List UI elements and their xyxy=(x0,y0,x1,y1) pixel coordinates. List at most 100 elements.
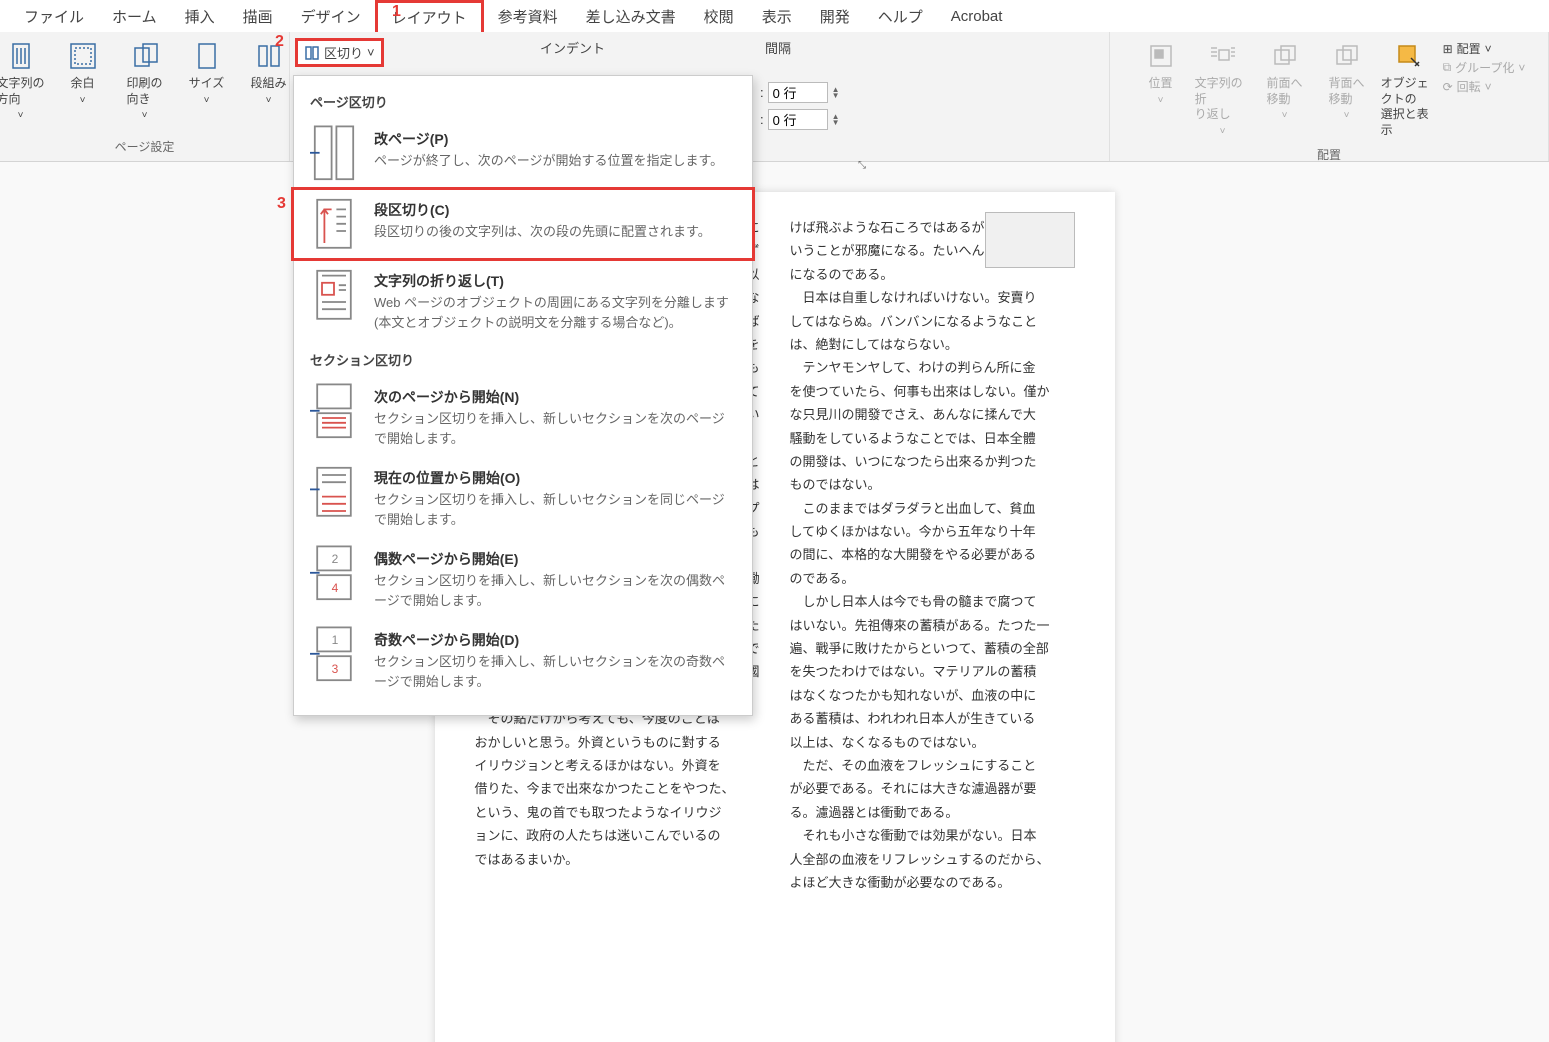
text-line: を使つていたら、何事も出來はしない。僅か xyxy=(790,380,1075,403)
text-line: ある蓄積は、われわれ日本人が生きている xyxy=(790,707,1075,730)
text-line: ではあるまいか。 xyxy=(475,848,760,871)
dd-item-next-page[interactable]: 次のページから開始(N) セクション区切りを挿入し、新しいセクションを次のページ… xyxy=(294,377,752,458)
svg-text:2: 2 xyxy=(332,552,339,566)
spacing-before-label: : xyxy=(760,85,764,100)
dd-title: 現在の位置から開始(O) xyxy=(374,468,736,488)
menu-view[interactable]: 表示 xyxy=(748,2,806,31)
text-line: る。濾過器とは衝動である。 xyxy=(790,801,1075,824)
spacing-before-spinner[interactable]: ▲▼ xyxy=(832,87,840,99)
text-line: してゆくほかはない。今から五年なり十年 xyxy=(790,520,1075,543)
spacing-after-input[interactable] xyxy=(768,109,828,130)
dd-item-even-page[interactable]: 24 偶数ページから開始(E) セクション区切りを挿入し、新しいセクションを次の… xyxy=(294,539,752,620)
menu-bar: ファイル ホーム 挿入 描画 デザイン レイアウト 参考資料 差し込み文書 校閲… xyxy=(0,0,1549,32)
paragraph-launcher[interactable]: ⤡ xyxy=(858,160,866,171)
dd-title: 次のページから開始(N) xyxy=(374,387,736,407)
dd-title: 段区切り(C) xyxy=(374,200,736,220)
even-page-icon: 24 xyxy=(310,549,358,597)
menu-review[interactable]: 校閲 xyxy=(690,2,748,31)
breaks-icon xyxy=(304,45,320,61)
text-line: このままではダラダラと出血して、貧血 xyxy=(790,497,1075,520)
spacing-before-input[interactable] xyxy=(768,82,828,103)
position-icon xyxy=(1145,40,1177,72)
text-line: 遍、戰爭に敗けたからといつて、蓄積の全部 xyxy=(790,637,1075,660)
menu-file[interactable]: ファイル xyxy=(10,2,98,31)
arrange-label: 配置 xyxy=(1317,142,1341,169)
dd-item-page-break[interactable]: 改ページ(P) ページが終了し、次のページが開始する位置を指定します。 xyxy=(294,119,752,187)
selection-pane-button[interactable]: オブジェクトの 選択と表示 xyxy=(1379,36,1439,142)
callout-3: 3 xyxy=(277,195,286,213)
column-break-icon xyxy=(310,200,358,248)
text-line: しかし日本人は今でも骨の髓まで腐つて xyxy=(790,590,1075,613)
text-line: ものではない。 xyxy=(790,473,1075,496)
group-icon: ⧉ xyxy=(1443,60,1452,75)
text-wrapping-icon xyxy=(310,271,358,319)
dd-item-column-break[interactable]: 段区切り(C) 段区切りの後の文字列は、次の段の先頭に配置されます。 xyxy=(291,187,755,261)
indent-label: インデント xyxy=(540,38,605,57)
spacing-after-spinner[interactable]: ▲▼ xyxy=(832,114,840,126)
arrange-group: 位置 文字列の折 り返し 前面へ 移動 背面へ 移動 オブジェクトの 選択と表示… xyxy=(1109,32,1549,161)
align-button[interactable]: ⊞配置˅ xyxy=(1443,40,1526,57)
orientation-button[interactable]: 印刷の 向き xyxy=(115,36,175,127)
text-line: テンヤモンヤして、わけの判らん所に金 xyxy=(790,356,1075,379)
menu-draw[interactable]: 描画 xyxy=(229,2,287,31)
menu-references[interactable]: 参考資料 xyxy=(484,2,572,31)
ribbon: 文字列の 方向 余白 印刷の 向き サイズ 段組み ページ設定 区切り ˅ xyxy=(0,32,1549,162)
dd-desc: セクション区切りを挿入し、新しいセクションを次のページで開始します。 xyxy=(374,409,736,448)
menu-mailings[interactable]: 差し込み文書 xyxy=(572,2,690,31)
dd-item-odd-page[interactable]: 13 奇数ページから開始(D) セクション区切りを挿入し、新しいセクションを次の… xyxy=(294,620,752,701)
arrange-stack: ⊞配置˅ ⧉グループ化˅ ⟳回転˅ xyxy=(1441,36,1528,142)
dd-title: 改ページ(P) xyxy=(374,129,736,149)
text-line: よほど大きな衝動が必要なのである。 xyxy=(790,871,1075,894)
dd-item-continuous[interactable]: 現在の位置から開始(O) セクション区切りを挿入し、新しいセクションを同じページ… xyxy=(294,458,752,539)
text-line: 騒動をしているようなことでは、日本全體 xyxy=(790,427,1075,450)
menu-design[interactable]: デザイン xyxy=(287,2,375,31)
menu-layout[interactable]: レイアウト xyxy=(375,0,484,32)
text-line: ただ、その血液をフレッシュにすること xyxy=(790,754,1075,777)
text-line: 日本は自重しなければいけない。安賣り xyxy=(790,286,1075,309)
bring-forward-button: 前面へ 移動 xyxy=(1255,36,1315,142)
svg-text:1: 1 xyxy=(332,633,339,647)
group-button: ⧉グループ化˅ xyxy=(1443,59,1526,76)
rotate-icon: ⟳ xyxy=(1443,80,1453,94)
spacing-after-label: : xyxy=(760,112,764,127)
document-area: 基本に。必ずつた以そうなければことをいいもいつてつてい るかとなどはインプ能率も… xyxy=(0,162,1549,1042)
menu-help[interactable]: ヘルプ xyxy=(864,2,937,31)
size-button[interactable]: サイズ xyxy=(177,36,237,127)
text-line: の開發は、いつになつたら出來るか判つた xyxy=(790,450,1075,473)
text-line: 人全部の血液をリフレッシュするのだから、 xyxy=(790,848,1075,871)
breaks-button[interactable]: 区切り ˅ xyxy=(295,38,384,67)
page-setup-label: ページ設定 xyxy=(115,134,175,161)
callout-1: 1 xyxy=(392,3,401,21)
size-icon xyxy=(191,40,223,72)
text-direction-button[interactable]: 文字列の 方向 xyxy=(0,36,51,127)
dd-desc: Web ページのオブジェクトの周囲にある文字列を分離します (本文とオブジェクト… xyxy=(374,293,736,332)
menu-acrobat[interactable]: Acrobat xyxy=(937,4,1017,29)
align-icon: ⊞ xyxy=(1443,42,1453,56)
page-break-icon xyxy=(310,129,358,177)
menu-insert[interactable]: 挿入 xyxy=(171,2,229,31)
position-button: 位置 xyxy=(1131,36,1191,142)
spacing-label: 間隔 xyxy=(765,38,791,57)
spacing-controls: : ▲▼ : ▲▼ xyxy=(760,82,840,130)
text-line: ョンに、政府の人たちは迷いこんでいるの xyxy=(475,824,760,847)
wrap-text-icon xyxy=(1207,40,1239,72)
rotate-button: ⟳回転˅ xyxy=(1443,78,1526,95)
margins-button[interactable]: 余白 xyxy=(53,36,113,127)
menu-developer[interactable]: 開発 xyxy=(806,2,864,31)
columns-button[interactable]: 段組み xyxy=(239,36,299,127)
text-line: の間に、本格的な大開發をやる必要がある xyxy=(790,543,1075,566)
wrap-text-button: 文字列の折 り返し xyxy=(1193,36,1253,142)
svg-text:4: 4 xyxy=(332,581,339,595)
text-line: はいない。先祖傳來の蓄積がある。たつた一 xyxy=(790,614,1075,637)
page-setup-group: 文字列の 方向 余白 印刷の 向き サイズ 段組み ページ設定 xyxy=(0,32,290,161)
menu-home[interactable]: ホーム xyxy=(98,2,171,31)
text-line: を失つたわけではない。マテリアルの蓄積 xyxy=(790,660,1075,683)
dd-item-text-wrapping[interactable]: 文字列の折り返し(T) Web ページのオブジェクトの周囲にある文字列を分離しま… xyxy=(294,261,752,342)
svg-text:3: 3 xyxy=(332,662,339,676)
dd-section-section-breaks: セクション区切り xyxy=(294,342,752,377)
dd-title: 奇数ページから開始(D) xyxy=(374,630,736,650)
next-page-icon xyxy=(310,387,358,435)
dd-title: 文字列の折り返し(T) xyxy=(374,271,736,291)
text-line: は、絶對にしてはならない。 xyxy=(790,333,1075,356)
dd-desc: セクション区切りを挿入し、新しいセクションを同じページで開始します。 xyxy=(374,490,736,529)
